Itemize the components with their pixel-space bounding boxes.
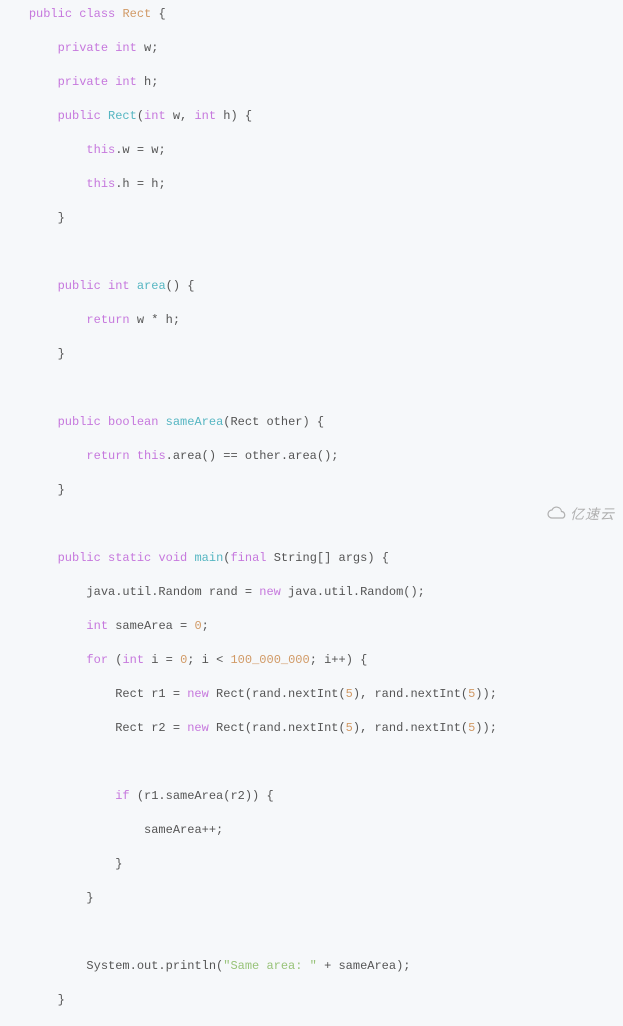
code-line: private int w; [0, 40, 623, 57]
code-line: public boolean sameArea(Rect other) { [0, 414, 623, 431]
code-line: } [0, 482, 623, 499]
code-line: } [0, 210, 623, 227]
code-line: int sameArea = 0; [0, 618, 623, 635]
code-line: Rect r1 = new Rect(rand.nextInt(5), rand… [0, 686, 623, 703]
code-line: this.w = w; [0, 142, 623, 159]
code-line: } [0, 992, 623, 1009]
code-line: public class Rect { [0, 6, 623, 23]
code-line [0, 924, 623, 941]
code-line: if (r1.sameArea(r2)) { [0, 788, 623, 805]
code-line [0, 754, 623, 771]
code-block: public class Rect { private int w; priva… [0, 0, 623, 1026]
code-line: } [0, 346, 623, 363]
code-line [0, 244, 623, 261]
code-line: public int area() { [0, 278, 623, 295]
code-line: for (int i = 0; i < 100_000_000; i++) { [0, 652, 623, 669]
code-line: sameArea++; [0, 822, 623, 839]
code-line: this.h = h; [0, 176, 623, 193]
code-line: System.out.println("Same area: " + sameA… [0, 958, 623, 975]
code-line: private int h; [0, 74, 623, 91]
code-line [0, 380, 623, 397]
code-line [0, 516, 623, 533]
code-line: } [0, 890, 623, 907]
code-line: } [0, 856, 623, 873]
code-line: public static void main(final String[] a… [0, 550, 623, 567]
code-line: java.util.Random rand = new java.util.Ra… [0, 584, 623, 601]
code-line: return w * h; [0, 312, 623, 329]
code-line: Rect r2 = new Rect(rand.nextInt(5), rand… [0, 720, 623, 737]
code-line: return this.area() == other.area(); [0, 448, 623, 465]
code-line: public Rect(int w, int h) { [0, 108, 623, 125]
